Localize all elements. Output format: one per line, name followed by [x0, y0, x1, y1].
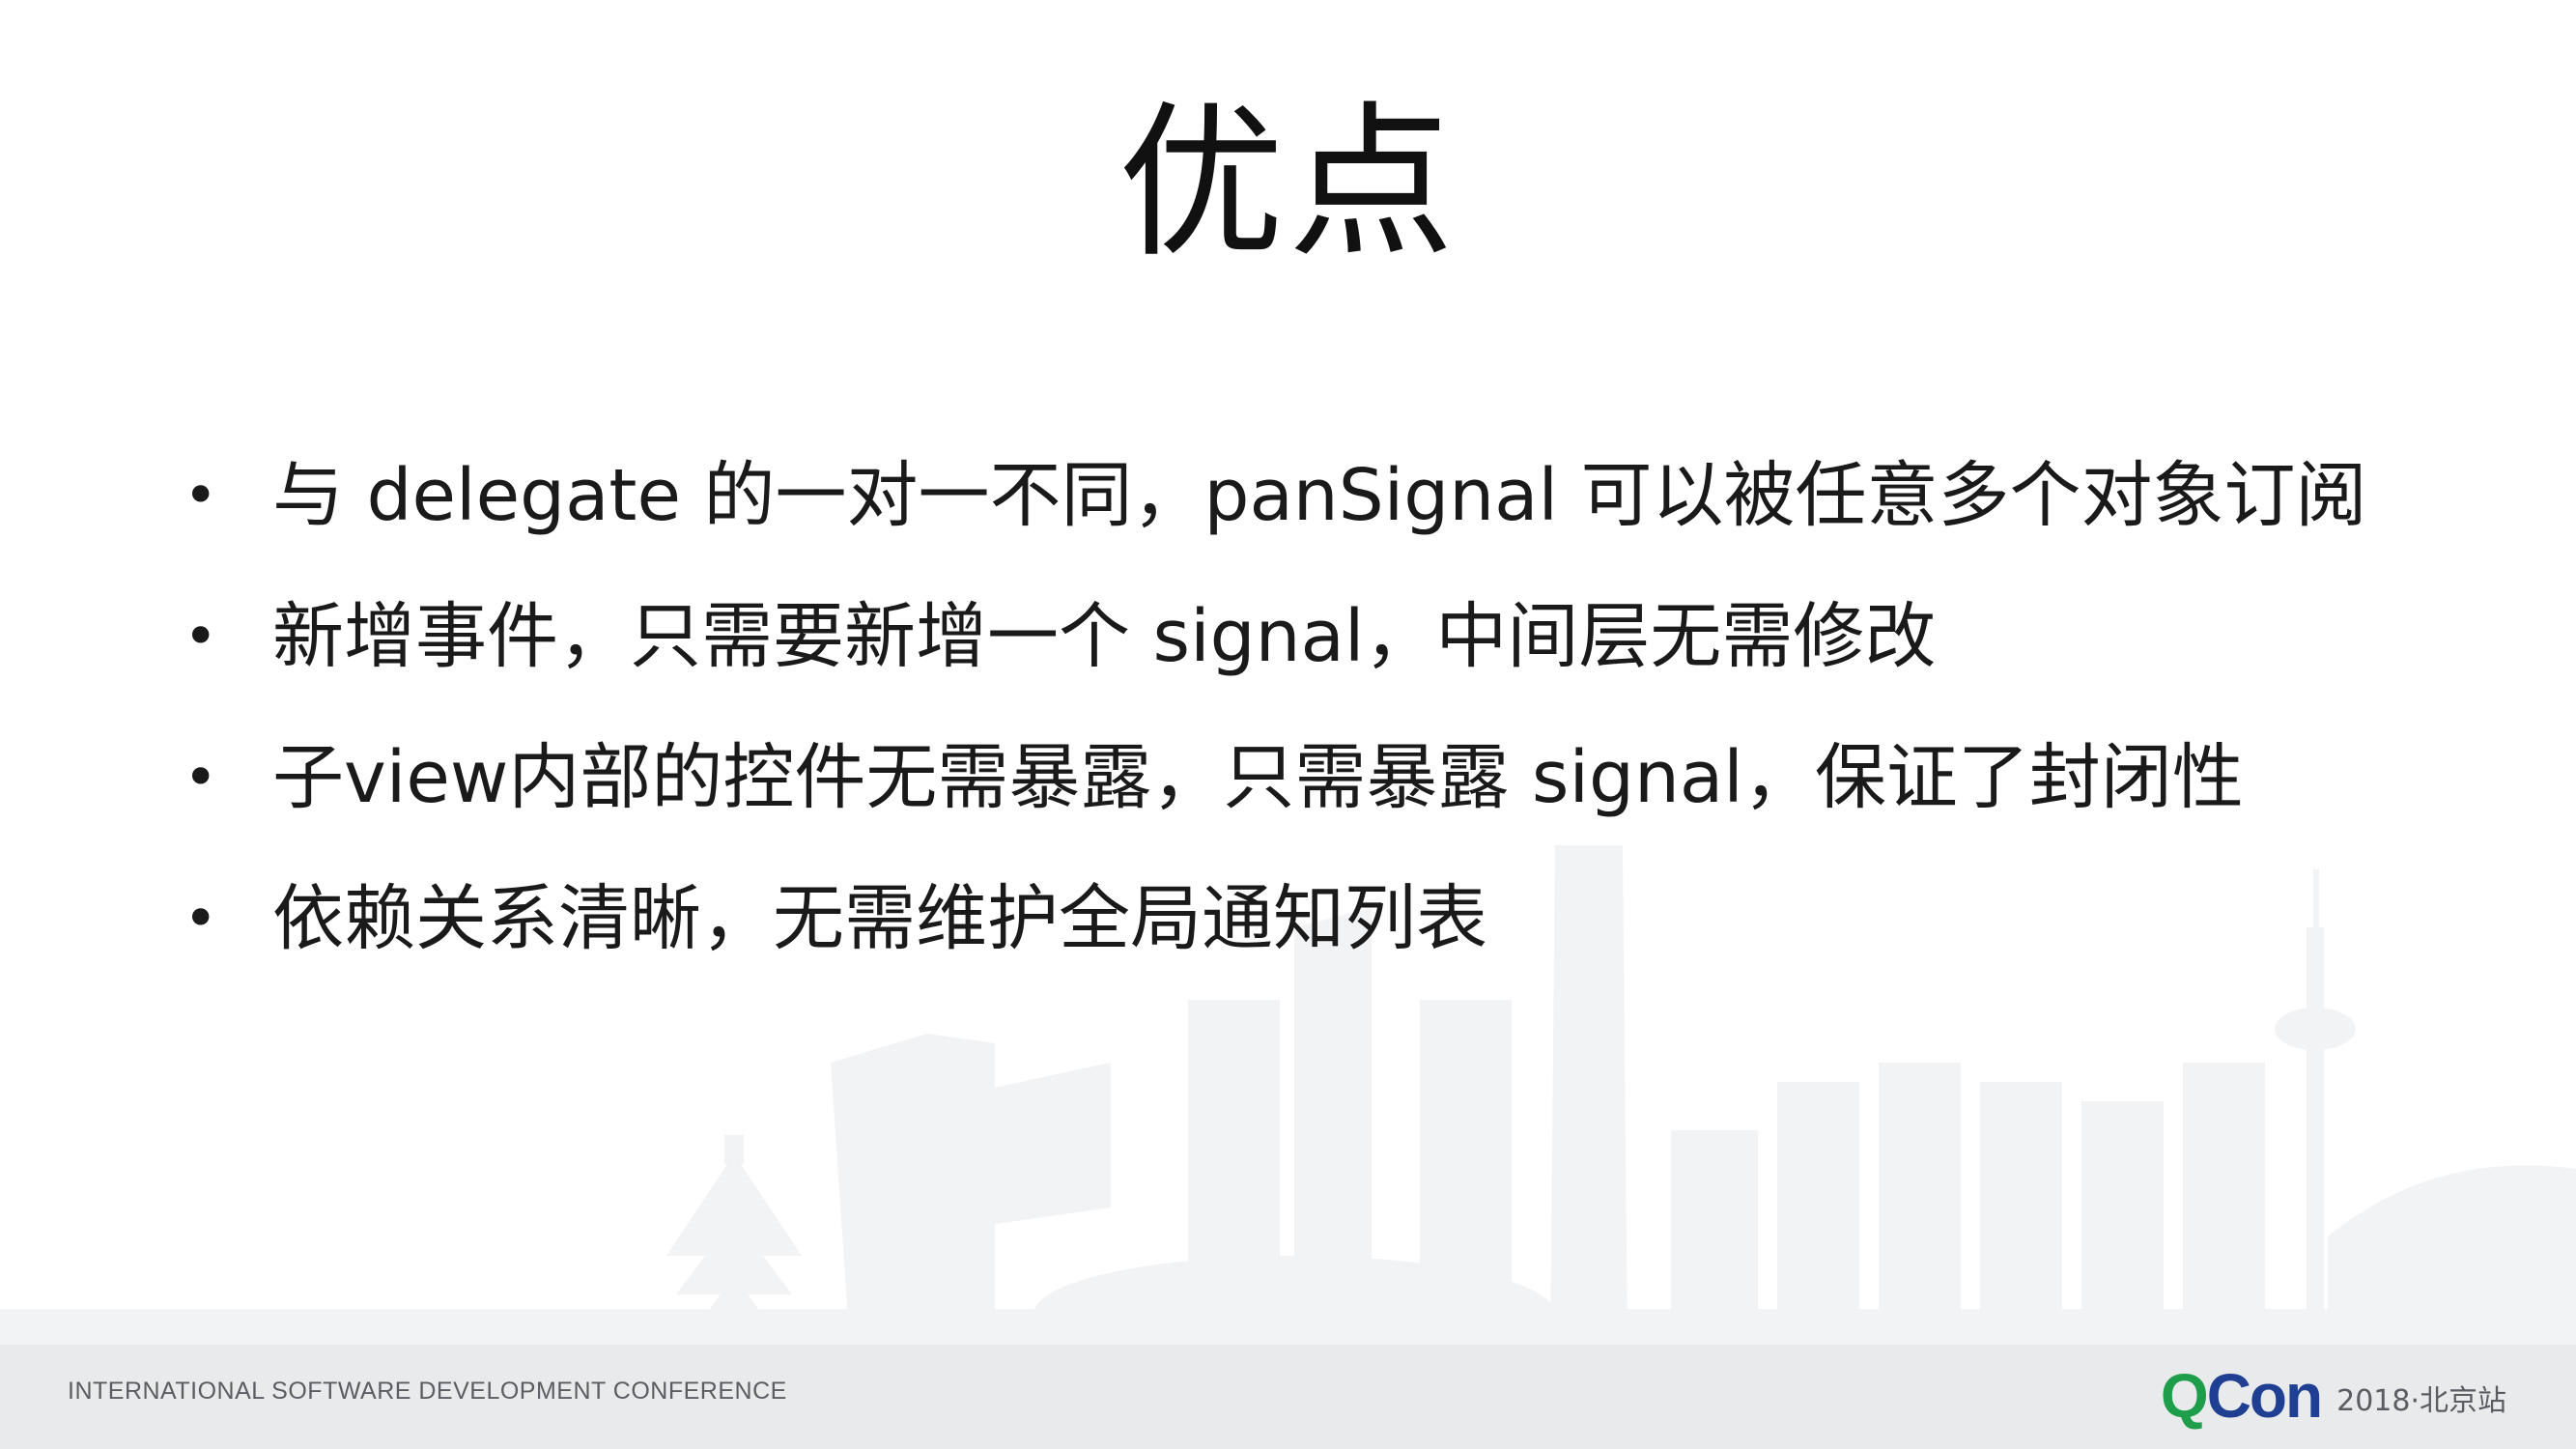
bullet-item-4: • 依赖关系清晰，无需维护全局通知列表 — [184, 848, 2405, 989]
logo-con: Con — [2206, 1361, 2323, 1431]
qcon-logo: QCon 2018·北京站 — [2161, 1362, 2506, 1430]
bullet-marker: • — [184, 885, 218, 952]
bullet-list: • 与 delegate 的一对一不同，panSignal 可以被任意多个对象订… — [184, 425, 2405, 989]
bullet-marker: • — [184, 744, 218, 811]
conference-name: INTERNATIONAL SOFTWARE DEVELOPMENT CONFE… — [68, 1378, 787, 1405]
bullet-text: 新增事件，只需要新增一个 signal，中间层无需修改 — [272, 595, 1937, 678]
bullet-item-1: • 与 delegate 的一对一不同，panSignal 可以被任意多个对象订… — [184, 425, 2405, 566]
bullet-text: 依赖关系清晰，无需维护全局通知列表 — [272, 877, 1487, 960]
footer-bar: INTERNATIONAL SOFTWARE DEVELOPMENT CONFE… — [0, 1345, 2576, 1449]
logo-wordmark: QCon — [2160, 1361, 2323, 1431]
slide: 优点 • 与 delegate 的一对一不同，panSignal 可以被任意多个… — [0, 0, 2576, 1449]
bullet-item-3: • 子view内部的控件无需暴露，只需暴露 signal，保证了封闭性 — [184, 707, 2405, 848]
bullet-marker: • — [184, 462, 218, 529]
bullet-item-2: • 新增事件，只需要新增一个 signal，中间层无需修改 — [184, 566, 2405, 707]
bullet-text: 与 delegate 的一对一不同，panSignal 可以被任意多个对象订阅 — [272, 454, 2367, 537]
bullet-text: 子view内部的控件无需暴露，只需暴露 signal，保证了封闭性 — [272, 736, 2244, 819]
edition-label: 2018·北京站 — [2336, 1384, 2506, 1418]
bullet-marker: • — [184, 603, 218, 670]
slide-title: 优点 — [1118, 86, 1458, 280]
logo-q: Q — [2160, 1361, 2209, 1431]
